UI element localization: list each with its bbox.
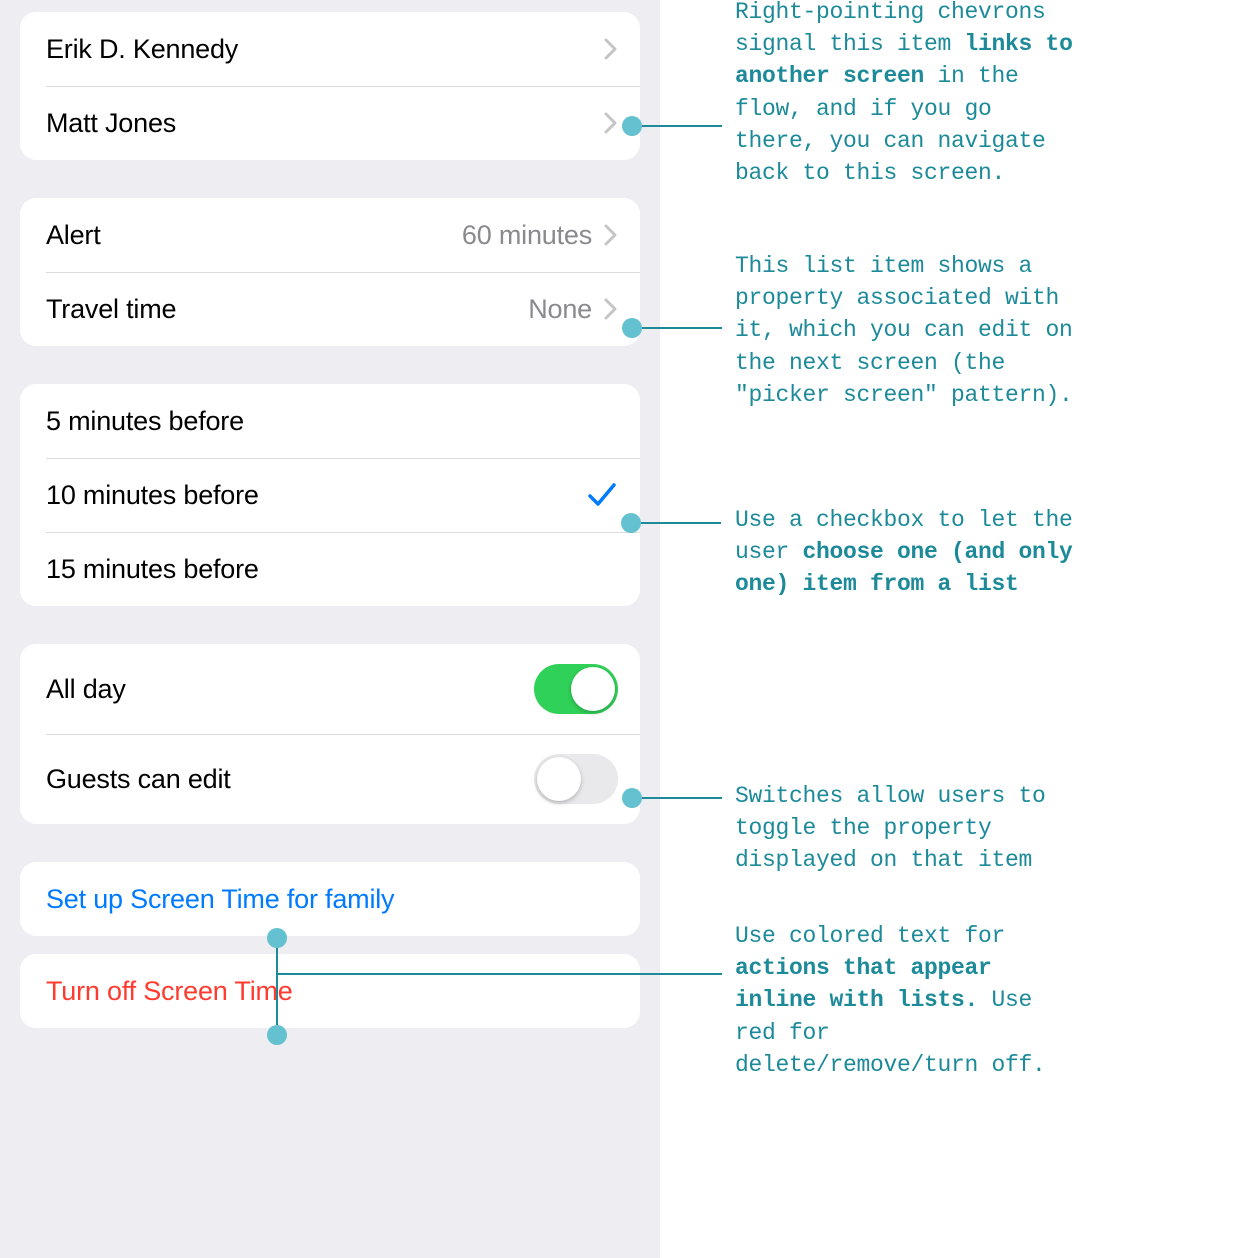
chevron-right-icon [604, 112, 618, 134]
people-group: Erik D. Kennedy Matt Jones [20, 12, 640, 160]
travel-time-row[interactable]: Travel time None [20, 272, 640, 346]
guests-edit-row: Guests can edit [20, 734, 640, 824]
row-label: Travel time [46, 294, 176, 325]
annotation-checkbox: Use a checkbox to let the user choose on… [735, 504, 1080, 601]
toggle-knob [571, 667, 615, 711]
alert-row[interactable]: Alert 60 minutes [20, 198, 640, 272]
action-group-destructive: Turn off Screen Time [20, 954, 640, 1028]
action-label: Set up Screen Time for family [46, 884, 394, 915]
annotation-switches: Switches allow users to toggle the prope… [735, 780, 1080, 877]
row-value: None [528, 294, 592, 325]
chevron-right-icon [604, 298, 618, 320]
picker-group: 5 minutes before 10 minutes before 15 mi… [20, 384, 640, 606]
annotation-leader [276, 948, 278, 1025]
annotation-leader [642, 125, 722, 127]
picker-option-10min[interactable]: 10 minutes before [20, 458, 640, 532]
chevron-right-icon [604, 224, 618, 246]
row-label: 10 minutes before [46, 480, 259, 511]
person-row-matt[interactable]: Matt Jones [20, 86, 640, 160]
picker-option-5min[interactable]: 5 minutes before [20, 384, 640, 458]
annotation-dot [622, 318, 642, 338]
action-label: Turn off Screen Time [46, 976, 293, 1007]
annotation-leader [642, 797, 722, 799]
annotation-leader [642, 327, 722, 329]
annotation-dot [267, 1025, 287, 1045]
toggles-group: All day Guests can edit [20, 644, 640, 824]
ios-settings-panel: Erik D. Kennedy Matt Jones Alert 60 minu… [0, 0, 660, 1258]
checkmark-icon [586, 481, 618, 509]
annotation-dot [267, 928, 287, 948]
action-group-primary: Set up Screen Time for family [20, 862, 640, 936]
all-day-toggle[interactable] [534, 664, 618, 714]
row-label: Guests can edit [46, 764, 231, 795]
annotation-leader [276, 973, 722, 975]
annotation-dot [622, 788, 642, 808]
row-label: 5 minutes before [46, 406, 244, 437]
guests-edit-toggle[interactable] [534, 754, 618, 804]
all-day-row: All day [20, 644, 640, 734]
annotation-dot [621, 513, 641, 533]
annotation-dot [622, 116, 642, 136]
row-label: Erik D. Kennedy [46, 34, 238, 65]
chevron-right-icon [604, 38, 618, 60]
row-label: Alert [46, 220, 101, 251]
annotation-chevron: Right-pointing chevrons signal this item… [735, 0, 1080, 189]
row-label: Matt Jones [46, 108, 176, 139]
turn-off-screen-time-button[interactable]: Turn off Screen Time [20, 954, 640, 1028]
annotation-colored-text: Use colored text for actions that appear… [735, 920, 1080, 1081]
annotation-picker-screen: This list item shows a property associat… [735, 250, 1080, 411]
detail-group: Alert 60 minutes Travel time None [20, 198, 640, 346]
toggle-knob [537, 757, 581, 801]
row-label: All day [46, 674, 126, 705]
row-value: 60 minutes [462, 220, 592, 251]
picker-option-15min[interactable]: 15 minutes before [20, 532, 640, 606]
annotation-leader [641, 522, 721, 524]
setup-screen-time-button[interactable]: Set up Screen Time for family [20, 862, 640, 936]
row-label: 15 minutes before [46, 554, 259, 585]
person-row-erik[interactable]: Erik D. Kennedy [20, 12, 640, 86]
